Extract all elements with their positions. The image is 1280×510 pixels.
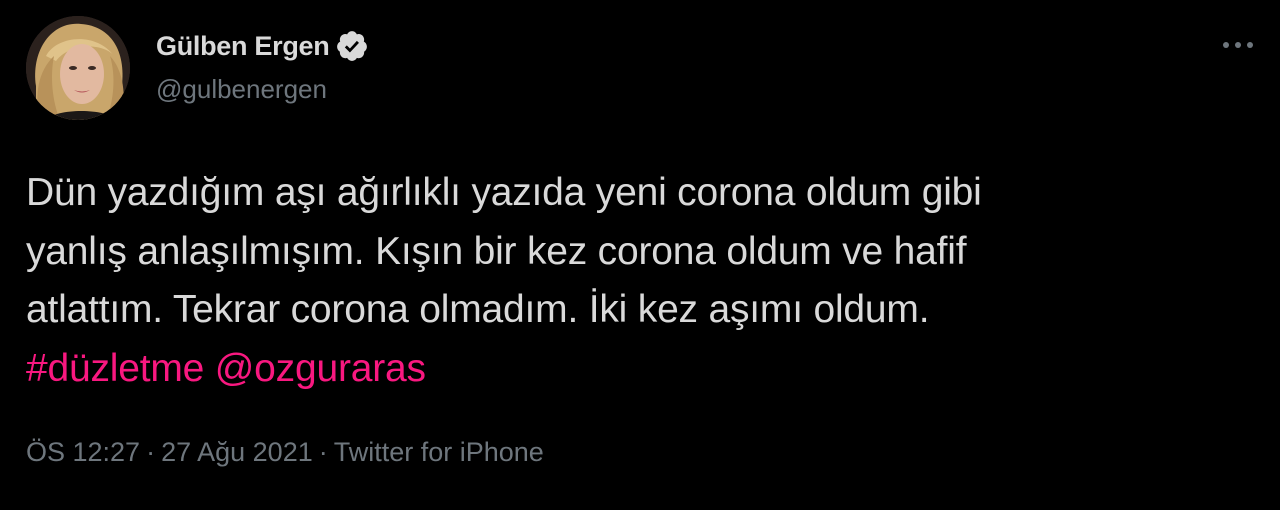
user-handle[interactable]: @gulbenergen [156, 72, 369, 106]
tweet-time[interactable]: ÖS 12:27 [26, 437, 140, 467]
meta-separator: · [318, 437, 328, 467]
tweet-text-line: yanlış anlaşılmışım. Kışın bir kez coron… [26, 229, 967, 273]
name-row: Gülben Ergen [156, 28, 369, 64]
avatar[interactable] [26, 16, 130, 120]
tweet-source[interactable]: Twitter for iPhone [334, 437, 544, 467]
tweet-text-line: Dün yazdığım aşı ağırlıklı yazıda yeni c… [26, 171, 982, 214]
tweet-text-line: atlattım. Tekrar corona olmadım. İki kez… [26, 288, 930, 331]
verified-badge-icon [335, 29, 369, 63]
profile-photo-icon [26, 16, 130, 120]
tweet-meta: ÖS 12:27 · 27 Ağu 2021 · Twitter for iPhone [26, 432, 544, 472]
tweet-date[interactable]: 27 Ağu 2021 [161, 437, 313, 467]
mention-link[interactable]: @ozguraras [215, 347, 426, 390]
display-name[interactable]: Gülben Ergen [156, 31, 330, 62]
tweet-link-line: #düzletme @ozguraras [26, 340, 1256, 399]
more-horizontal-icon[interactable] [1218, 30, 1258, 60]
tweet-text: Dün yazdığım aşı ağırlıklı yazıda yeni c… [26, 164, 1256, 398]
meta-separator: · [146, 437, 156, 467]
tweet-card: Gülben Ergen @gulbenergen Dün yazdığım a… [0, 0, 1280, 510]
hashtag-link[interactable]: #düzletme [26, 347, 204, 390]
tweet-header: Gülben Ergen @gulbenergen [156, 28, 369, 106]
